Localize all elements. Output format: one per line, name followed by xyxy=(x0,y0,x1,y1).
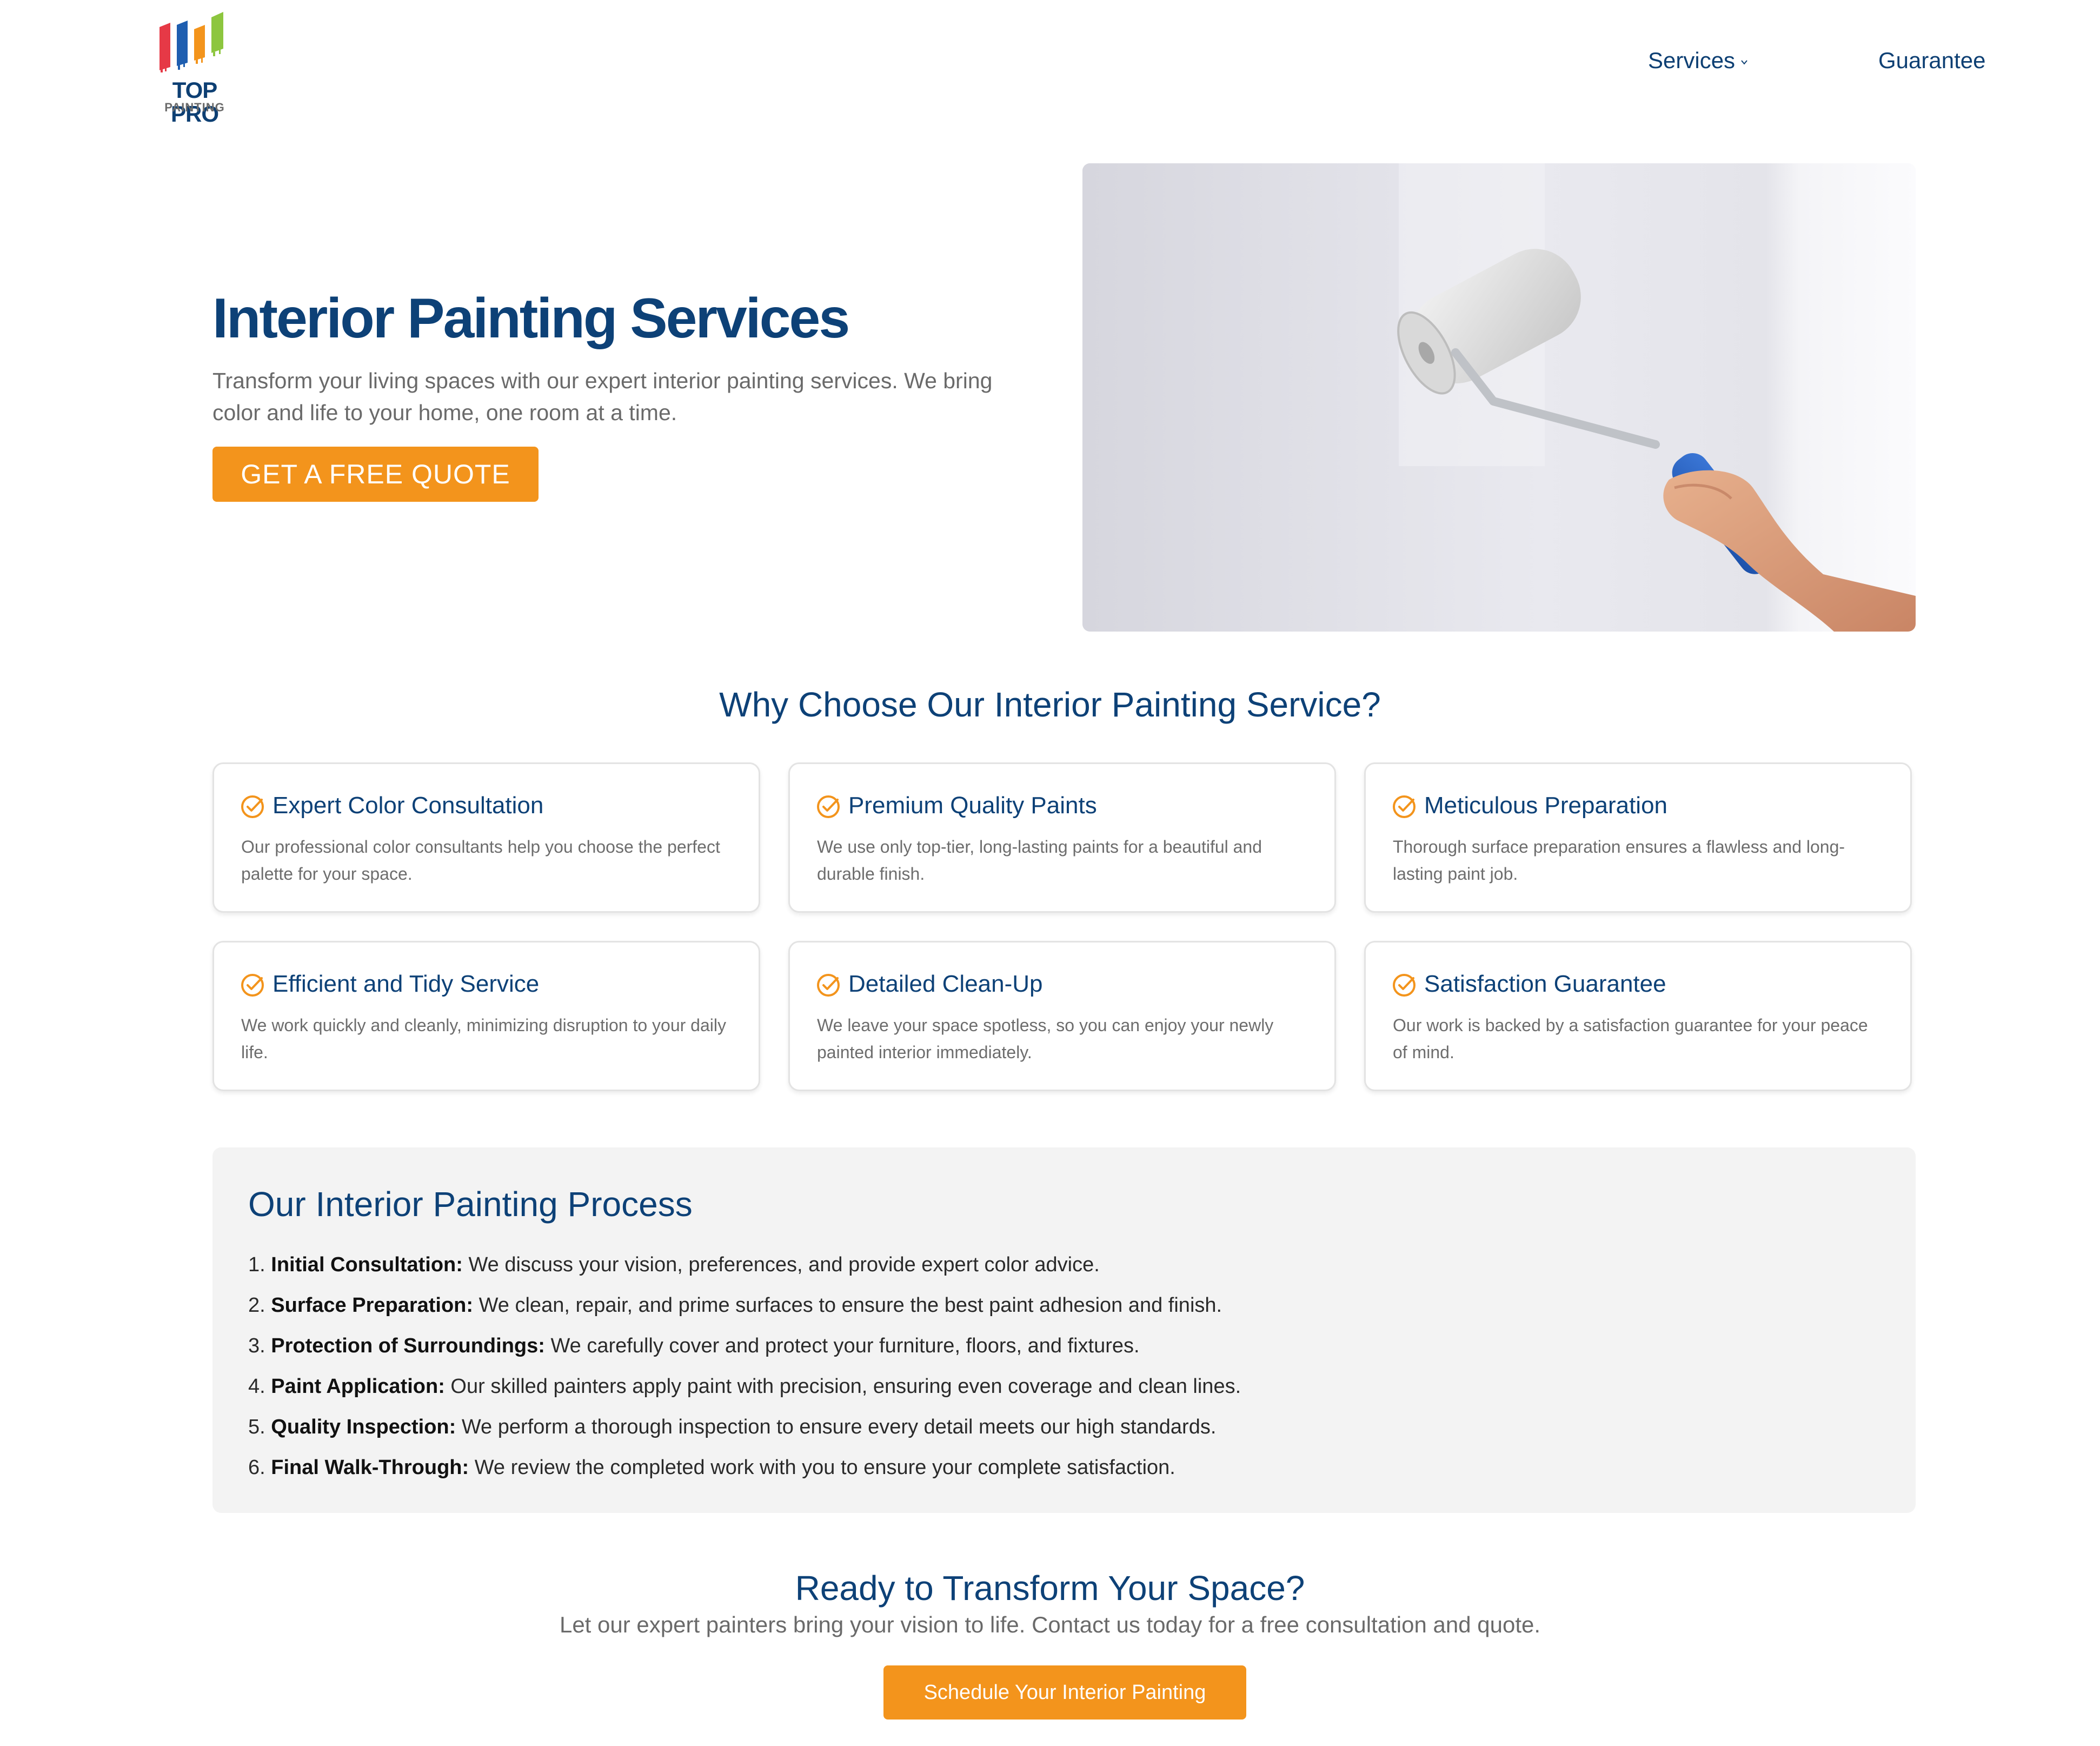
feature-card: Efficient and Tidy Service We work quick… xyxy=(212,941,760,1091)
step-label: Surface Preparation: xyxy=(271,1294,474,1317)
get-free-quote-button[interactable]: GET A FREE QUOTE xyxy=(212,447,539,502)
step-number: 1. xyxy=(248,1253,265,1276)
step-text: We perform a thorough inspection to ensu… xyxy=(456,1416,1217,1438)
check-circle-icon xyxy=(817,795,840,818)
feature-text: We leave your space spotless, so you can… xyxy=(817,1015,1274,1062)
feature-card: Satisfaction Guarantee Our work is backe… xyxy=(1364,941,1912,1091)
cta-title: Ready to Transform Your Space? xyxy=(795,1569,1305,1608)
feature-card: Expert Color Consultation Our profession… xyxy=(212,762,760,913)
nav-item-guarantee[interactable]: Guarantee xyxy=(1878,48,1985,74)
step-label: Protection of Surroundings: xyxy=(271,1335,545,1357)
step-number: 4. xyxy=(248,1375,265,1398)
step-text: Our skilled painters apply paint with pr… xyxy=(444,1375,1241,1398)
process-step: 2. Surface Preparation: We clean, repair… xyxy=(248,1285,1241,1326)
step-text: We clean, repair, and prime surfaces to … xyxy=(473,1294,1222,1317)
check-circle-icon xyxy=(241,795,264,818)
process-step: 3. Protection of Surroundings: We carefu… xyxy=(248,1326,1241,1366)
page-title: Interior Painting Services xyxy=(212,287,850,350)
step-number: 3. xyxy=(248,1335,265,1357)
feature-title: Satisfaction Guarantee xyxy=(1424,971,1666,997)
feature-card: Meticulous Preparation Thorough surface … xyxy=(1364,762,1912,913)
schedule-painting-button[interactable]: Schedule Your Interior Painting xyxy=(883,1665,1246,1720)
feature-text: Our professional color consultants help … xyxy=(241,837,720,884)
step-number: 5. xyxy=(248,1416,265,1438)
feature-card: Detailed Clean-Up We leave your space sp… xyxy=(788,941,1336,1091)
process-step: 4. Paint Application: Our skilled painte… xyxy=(248,1366,1241,1407)
hero-image-paint-roller xyxy=(1082,163,1916,632)
nav-services-label: Services xyxy=(1648,48,1736,73)
step-label: Paint Application: xyxy=(271,1375,445,1398)
step-label: Final Walk-Through: xyxy=(271,1456,469,1479)
nav-guarantee-label: Guarantee xyxy=(1878,48,1986,73)
process-steps-list: 1. Initial Consultation: We discuss your… xyxy=(248,1245,1241,1488)
feature-title: Efficient and Tidy Service xyxy=(273,971,540,997)
step-number: 2. xyxy=(248,1294,265,1317)
site-header: TOP PRO PAINTING Services Guarantee xyxy=(0,0,2100,135)
process-step: 5. Quality Inspection: We perform a thor… xyxy=(248,1407,1241,1448)
process-step: 6. Final Walk-Through: We review the com… xyxy=(248,1448,1241,1488)
step-text: We carefully cover and protect your furn… xyxy=(544,1335,1140,1357)
chevron-down-icon xyxy=(1741,60,1747,65)
feature-title: Meticulous Preparation xyxy=(1424,792,1668,819)
feature-text: We use only top-tier, long-lasting paint… xyxy=(817,837,1262,884)
nav-item-services[interactable]: Services xyxy=(1648,48,1748,74)
feature-title: Expert Color Consultation xyxy=(273,792,544,819)
cta-subtitle: Let our expert painters bring your visio… xyxy=(559,1612,1541,1637)
process-section: Our Interior Painting Process 1. Initial… xyxy=(212,1147,1916,1513)
feature-text: Thorough surface preparation ensures a f… xyxy=(1393,837,1845,884)
check-circle-icon xyxy=(1393,795,1415,818)
process-title: Our Interior Painting Process xyxy=(248,1185,693,1224)
check-circle-icon xyxy=(1393,974,1415,997)
logo[interactable]: TOP PRO PAINTING xyxy=(149,11,241,126)
step-text: We discuss your vision, preferences, and… xyxy=(462,1253,1100,1276)
feature-title: Premium Quality Paints xyxy=(848,792,1097,819)
feature-text: We work quickly and cleanly, minimizing … xyxy=(241,1015,726,1062)
feature-card: Premium Quality Paints We use only top-t… xyxy=(788,762,1336,913)
why-choose-title: Why Choose Our Interior Painting Service… xyxy=(719,685,1381,724)
paint-roller-illustration xyxy=(1082,163,1916,632)
step-label: Initial Consultation: xyxy=(271,1253,463,1276)
check-circle-icon xyxy=(241,974,264,997)
feature-title: Detailed Clean-Up xyxy=(848,971,1043,997)
step-number: 6. xyxy=(248,1456,265,1479)
step-label: Quality Inspection: xyxy=(271,1416,456,1438)
hero-subtitle: Transform your living spaces with our ex… xyxy=(212,368,993,425)
feature-text: Our work is backed by a satisfaction gua… xyxy=(1393,1015,1868,1062)
check-circle-icon xyxy=(817,974,840,997)
logo-subtitle: PAINTING xyxy=(164,101,225,114)
logo-paint-bars-icon xyxy=(160,12,223,72)
process-step: 1. Initial Consultation: We discuss your… xyxy=(248,1245,1241,1285)
step-text: We review the completed work with you to… xyxy=(469,1456,1175,1479)
